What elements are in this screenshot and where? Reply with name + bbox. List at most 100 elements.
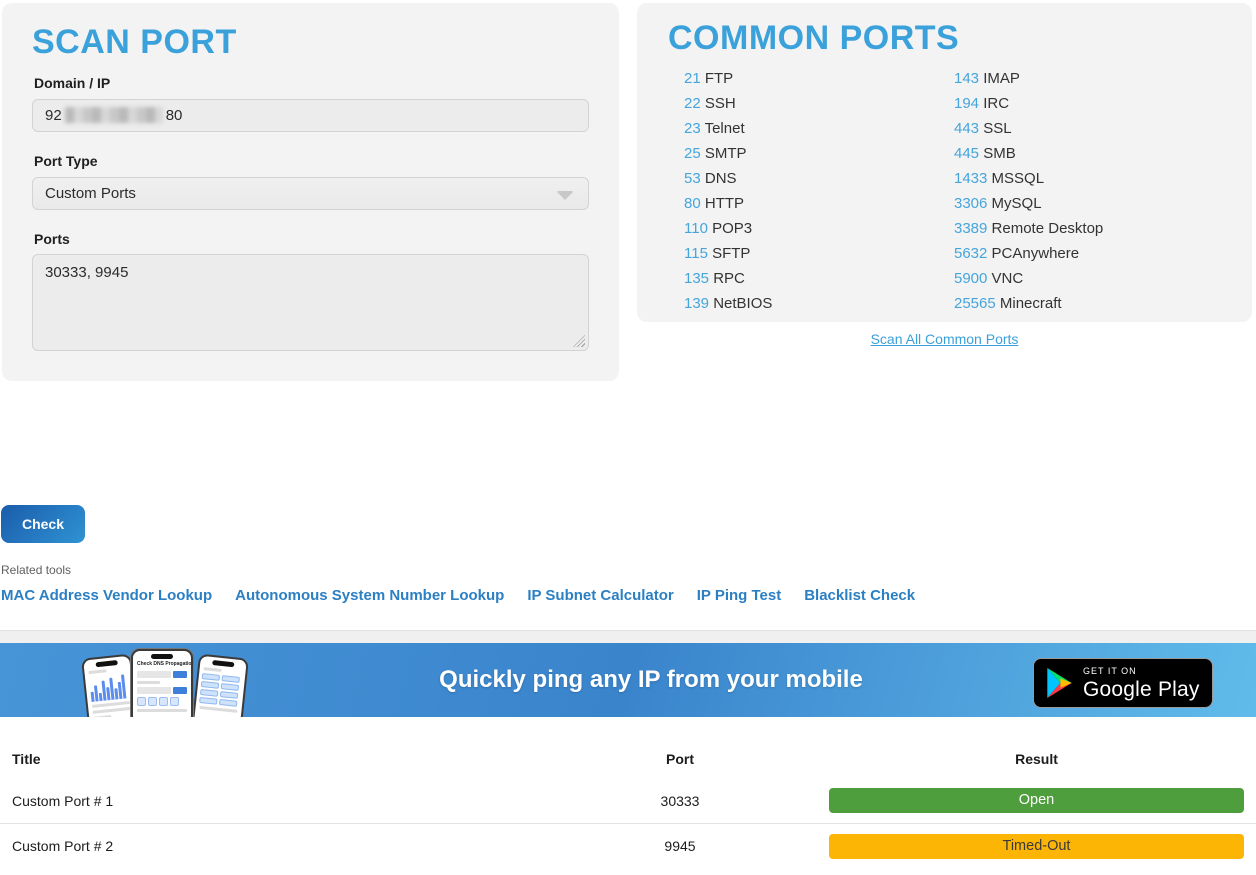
port-service-name: MSSQL [992,170,1045,187]
port-number: 115 [684,245,708,262]
common-port-item[interactable]: 25 SMTP [684,141,772,166]
port-number: 25565 [954,295,996,312]
port-service-name: SMTP [705,145,747,162]
common-ports-right-column: 143 IMAP 194 IRC 443 SSL 445 SMB 1433 MS… [954,66,1103,316]
related-tool-link[interactable]: Autonomous System Number Lookup [235,587,504,604]
chevron-down-icon [556,191,574,200]
port-type-selected-value: Custom Ports [45,185,136,202]
port-type-label: Port Type [34,153,98,169]
port-service-name: POP3 [712,220,752,237]
port-service-name: Remote Desktop [992,220,1104,237]
port-type-select[interactable]: Custom Ports [32,177,589,210]
related-tool-link[interactable]: MAC Address Vendor Lookup [1,587,212,604]
port-number: 23 [684,120,701,137]
resize-handle-icon[interactable] [573,335,585,347]
scan-results-table: Title Port Result Custom Port # 1 30333 … [0,740,1256,868]
common-port-item[interactable]: 1433 MSSQL [954,166,1103,191]
related-tool-link[interactable]: IP Subnet Calculator [527,587,673,604]
ports-textarea[interactable]: 30333, 9945 [32,254,589,351]
phone-app-title: Check DNS Propagation [133,661,191,668]
port-number: 194 [954,95,979,112]
port-service-name: IRC [983,95,1009,112]
mobile-app-banner: Check DNS Propagation Quickly ping any I… [0,643,1256,717]
port-number: 143 [954,70,979,87]
port-service-name: IMAP [983,70,1020,87]
common-port-item[interactable]: 143 IMAP [954,66,1103,91]
phone-notch [151,654,173,659]
port-service-name: SSL [983,120,1011,137]
common-port-item[interactable]: 110 POP3 [684,216,772,241]
results-header-result: Result [740,751,1256,767]
common-port-item[interactable]: 53 DNS [684,166,772,191]
common-port-item[interactable]: 443 SSL [954,116,1103,141]
common-port-item[interactable]: 21 FTP [684,66,772,91]
scan-all-wrapper: Scan All Common Ports [637,331,1252,347]
result-cell: Open [740,788,1256,813]
common-port-item[interactable]: 445 SMB [954,141,1103,166]
related-tool-link[interactable]: IP Ping Test [697,587,781,604]
common-port-item[interactable]: 115 SFTP [684,241,772,266]
port-number: 110 [684,220,708,237]
port-number: 3389 [954,220,987,237]
domain-value-redacted-blur [65,107,163,123]
common-port-item[interactable]: 5900 VNC [954,266,1103,291]
port-number: 80 [684,195,701,212]
common-port-item[interactable]: 3389 Remote Desktop [954,216,1103,241]
phone-mockup-app: Check DNS Propagation [131,649,193,717]
common-port-item[interactable]: 135 RPC [684,266,772,291]
common-ports-title: COMMON PORTS [668,19,959,58]
google-play-badge[interactable]: GET IT ON Google Play [1033,658,1213,708]
common-port-item[interactable]: 3306 MySQL [954,191,1103,216]
common-port-item[interactable]: 5632 PCAnywhere [954,241,1103,266]
results-header-title: Title [0,751,620,767]
common-port-item[interactable]: 80 HTTP [684,191,772,216]
port-number: 1433 [954,170,987,187]
related-tool-link[interactable]: Blacklist Check [804,587,915,604]
google-play-large-text: Google Play [1083,679,1200,700]
common-ports-panel: COMMON PORTS 21 FTP 22 SSH 23 Telnet 25 … [637,3,1252,322]
port-service-name: NetBIOS [713,295,772,312]
result-title: Custom Port # 2 [0,838,620,854]
port-service-name: DNS [705,170,737,187]
table-row: Custom Port # 1 30333 Open [0,778,1256,823]
port-service-name: FTP [705,70,733,87]
port-number: 445 [954,145,979,162]
domain-input[interactable]: 9280 [32,99,589,132]
ports-value: 30333, 9945 [45,264,128,281]
result-port: 30333 [620,793,740,809]
common-port-item[interactable]: 23 Telnet [684,116,772,141]
port-service-name: MySQL [992,195,1042,212]
related-tools-label: Related tools [1,563,71,577]
common-ports-left-column: 21 FTP 22 SSH 23 Telnet 25 SMTP 53 DNS 8… [684,66,772,316]
phone-search-row [137,671,187,678]
port-service-name: RPC [713,270,745,287]
common-port-item[interactable]: 139 NetBIOS [684,291,772,316]
port-service-name: HTTP [705,195,744,212]
table-row: Custom Port # 2 9945 Timed-Out [0,823,1256,868]
section-divider-band [0,630,1256,643]
common-port-item[interactable]: 22 SSH [684,91,772,116]
decor-line [137,681,160,684]
port-number: 53 [684,170,701,187]
domain-value-start: 92 [45,107,62,124]
port-service-name: VNC [992,270,1024,287]
port-service-name: Minecraft [1000,295,1062,312]
port-number: 25 [684,145,701,162]
port-service-name: PCAnywhere [992,245,1080,262]
related-tools-links: MAC Address Vendor Lookup Autonomous Sys… [1,587,915,604]
port-number: 443 [954,120,979,137]
check-button[interactable]: Check [1,505,85,543]
status-badge: Timed-Out [829,834,1244,859]
port-number: 5900 [954,270,987,287]
common-port-item[interactable]: 25565 Minecraft [954,291,1103,316]
result-title: Custom Port # 1 [0,793,620,809]
common-port-item[interactable]: 194 IRC [954,91,1103,116]
port-service-name: Telnet [705,120,745,137]
port-number: 139 [684,295,709,312]
scan-all-common-ports-link[interactable]: Scan All Common Ports [871,331,1019,347]
result-cell: Timed-Out [740,834,1256,859]
scan-port-panel: SCAN PORT Domain / IP 9280 Port Type Cus… [2,3,619,381]
results-header-port: Port [620,751,740,767]
port-service-name: SMB [983,145,1016,162]
domain-ip-label: Domain / IP [34,75,110,91]
